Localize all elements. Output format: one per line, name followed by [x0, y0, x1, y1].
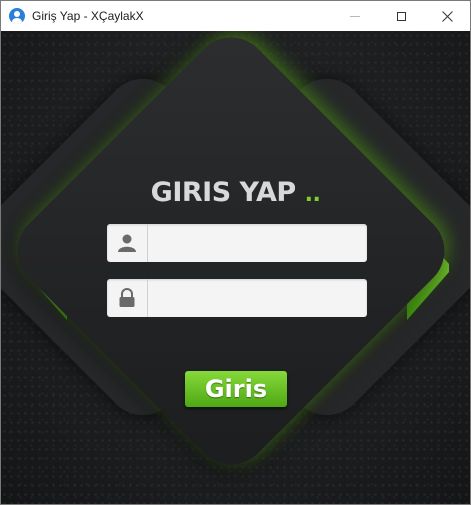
- title-bar[interactable]: Giriş Yap - XÇaylakX: [1, 1, 470, 31]
- window-title: Giriş Yap - XÇaylakX: [32, 9, 144, 23]
- user-icon: [107, 224, 148, 262]
- username-field[interactable]: [107, 224, 367, 262]
- lock-icon: [107, 279, 148, 317]
- login-window: Giriş Yap - XÇaylakX GIRIS YAP .. Giris: [0, 0, 471, 505]
- window-controls: [332, 1, 470, 31]
- heading-text: GIRIS YAP: [150, 177, 297, 208]
- close-icon: [441, 10, 453, 22]
- password-field[interactable]: [107, 279, 367, 317]
- login-button[interactable]: Giris: [185, 371, 287, 407]
- minimize-button[interactable]: [332, 1, 378, 31]
- heading-dots: ..: [304, 182, 321, 207]
- page-title: GIRIS YAP ..: [1, 177, 470, 208]
- app-user-icon: [9, 8, 25, 24]
- close-button[interactable]: [424, 1, 470, 31]
- minimize-icon: [350, 15, 360, 17]
- maximize-button[interactable]: [378, 1, 424, 31]
- username-input[interactable]: [148, 224, 367, 262]
- maximize-icon: [396, 11, 406, 21]
- password-input[interactable]: [148, 279, 367, 317]
- login-content: GIRIS YAP .. Giris: [1, 31, 470, 504]
